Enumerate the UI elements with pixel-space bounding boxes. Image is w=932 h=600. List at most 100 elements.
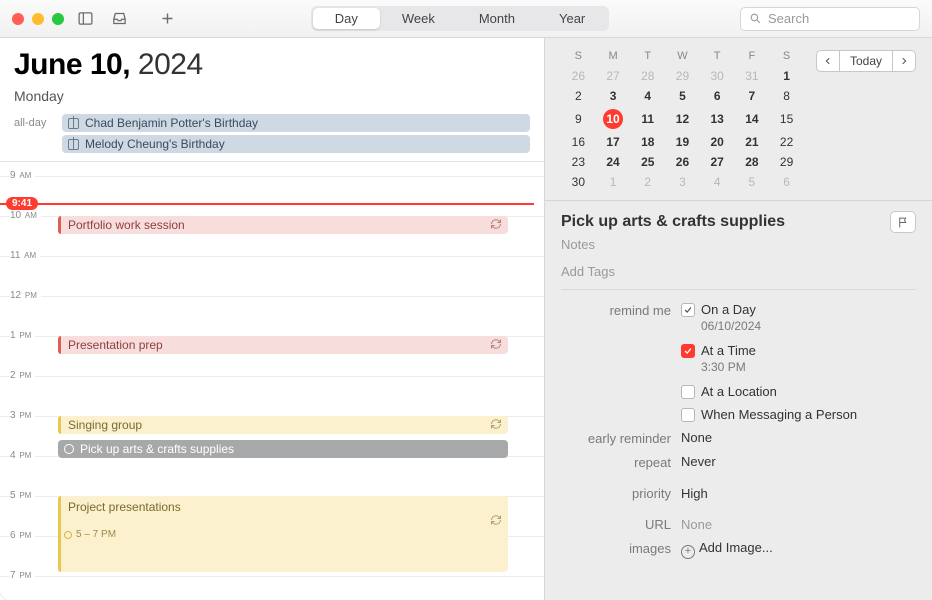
repeat-value[interactable]: Never bbox=[681, 454, 916, 469]
notes-field[interactable]: Notes bbox=[561, 237, 916, 252]
mini-day[interactable]: 27 bbox=[596, 66, 631, 86]
mini-calendar[interactable]: SMTWTFS262728293031123456789101112131415… bbox=[561, 50, 804, 192]
at-a-time-value[interactable]: 3:30 PM bbox=[701, 360, 916, 374]
mini-day[interactable]: 31 bbox=[735, 66, 770, 86]
mini-day[interactable]: 28 bbox=[630, 66, 665, 86]
calendar-event[interactable]: Presentation prep bbox=[58, 336, 508, 354]
mini-day[interactable]: 8 bbox=[769, 86, 804, 106]
next-button[interactable] bbox=[892, 50, 916, 72]
view-week[interactable]: Week bbox=[380, 8, 457, 29]
event-title: Project presentations bbox=[68, 500, 181, 514]
mini-day[interactable]: 27 bbox=[700, 152, 735, 172]
hour-label: 3 PM bbox=[10, 410, 35, 421]
mini-day[interactable]: 24 bbox=[596, 152, 631, 172]
mini-day[interactable]: 30 bbox=[700, 66, 735, 86]
flag-button[interactable] bbox=[890, 211, 916, 233]
close-window-icon[interactable] bbox=[12, 13, 24, 25]
mini-day[interactable]: 1 bbox=[596, 172, 631, 192]
mini-day[interactable]: 11 bbox=[630, 106, 665, 132]
mini-day[interactable]: 12 bbox=[665, 106, 700, 132]
mini-day[interactable]: 6 bbox=[769, 172, 804, 192]
mini-day[interactable]: 26 bbox=[561, 66, 596, 86]
today-button[interactable]: Today bbox=[840, 50, 892, 72]
mini-day[interactable]: 25 bbox=[630, 152, 665, 172]
mini-day[interactable]: 4 bbox=[700, 172, 735, 192]
allday-label: all-day bbox=[14, 114, 54, 129]
mini-day[interactable]: 28 bbox=[735, 152, 770, 172]
calendar-event[interactable]: Pick up arts & crafts supplies bbox=[58, 440, 508, 458]
mini-day[interactable]: 26 bbox=[665, 152, 700, 172]
view-day[interactable]: Day bbox=[313, 8, 380, 29]
mini-day[interactable]: 14 bbox=[735, 106, 770, 132]
inspector: SMTWTFS262728293031123456789101112131415… bbox=[545, 38, 932, 600]
mini-day[interactable]: 16 bbox=[561, 132, 596, 152]
allday-event[interactable]: Melody Cheung's Birthday bbox=[62, 135, 530, 153]
inbox-icon[interactable] bbox=[106, 8, 132, 30]
chevron-left-icon bbox=[823, 56, 833, 66]
add-event-icon[interactable] bbox=[154, 8, 180, 30]
on-a-day-checkbox[interactable]: On a Day bbox=[681, 302, 916, 317]
repeat-icon bbox=[490, 418, 502, 433]
mini-day[interactable]: 4 bbox=[630, 86, 665, 106]
view-month[interactable]: Month bbox=[457, 8, 537, 29]
calendars-toggle-icon[interactable] bbox=[72, 8, 98, 30]
mini-day[interactable]: 9 bbox=[561, 106, 596, 132]
minimize-window-icon[interactable] bbox=[32, 13, 44, 25]
mini-day[interactable]: 30 bbox=[561, 172, 596, 192]
allday-events: Chad Benjamin Potter's Birthday Melody Ch… bbox=[62, 114, 530, 153]
mini-day[interactable]: 5 bbox=[735, 172, 770, 192]
mini-day[interactable]: 21 bbox=[735, 132, 770, 152]
hour-label: 6 PM bbox=[10, 530, 35, 541]
mini-day[interactable]: 5 bbox=[665, 86, 700, 106]
mini-day[interactable]: 22 bbox=[769, 132, 804, 152]
mini-dow: T bbox=[630, 50, 665, 66]
mini-day[interactable]: 1 bbox=[769, 66, 804, 86]
calendar-event[interactable]: Singing group bbox=[58, 416, 508, 434]
mini-day[interactable]: 2 bbox=[561, 86, 596, 106]
repeat-icon bbox=[490, 338, 502, 353]
hour-line: 11 AM bbox=[0, 256, 544, 257]
mini-day[interactable]: 6 bbox=[700, 86, 735, 106]
mini-day[interactable]: 23 bbox=[561, 152, 596, 172]
at-location-checkbox[interactable]: At a Location bbox=[681, 384, 916, 399]
mini-day[interactable]: 3 bbox=[596, 86, 631, 106]
allday-event[interactable]: Chad Benjamin Potter's Birthday bbox=[62, 114, 530, 132]
search-icon bbox=[749, 12, 762, 25]
event-title: Portfolio work session bbox=[68, 218, 185, 232]
prev-button[interactable] bbox=[816, 50, 840, 72]
mini-day[interactable]: 17 bbox=[596, 132, 631, 152]
hour-label: 11 AM bbox=[10, 250, 40, 261]
timeline[interactable]: 8 AM9 AM10 AM11 AM12 PM1 PM2 PM3 PM4 PM5… bbox=[0, 162, 544, 600]
mini-day[interactable]: 10 bbox=[596, 106, 631, 132]
hour-label: 4 PM bbox=[10, 450, 35, 461]
at-a-time-checkbox[interactable]: At a Time bbox=[681, 343, 916, 358]
tags-field[interactable]: Add Tags bbox=[561, 264, 916, 290]
zoom-window-icon[interactable] bbox=[52, 13, 64, 25]
view-year[interactable]: Year bbox=[537, 8, 607, 29]
on-a-day-value[interactable]: 06/10/2024 bbox=[701, 319, 916, 333]
calendar-event[interactable]: Project presentations5 – 7 PM bbox=[58, 496, 508, 572]
mini-day[interactable]: 3 bbox=[665, 172, 700, 192]
add-image-button[interactable]: +Add Image... bbox=[681, 540, 916, 559]
window-controls bbox=[12, 13, 64, 25]
mini-day[interactable]: 29 bbox=[769, 152, 804, 172]
priority-value[interactable]: High bbox=[681, 478, 916, 501]
mini-day[interactable]: 19 bbox=[665, 132, 700, 152]
mini-dow: F bbox=[735, 50, 770, 66]
url-value[interactable]: None bbox=[681, 509, 916, 532]
mini-day[interactable]: 7 bbox=[735, 86, 770, 106]
early-reminder-value[interactable]: None bbox=[681, 430, 916, 445]
search-input[interactable]: Search bbox=[740, 7, 920, 31]
mini-day[interactable]: 29 bbox=[665, 66, 700, 86]
detail-title[interactable]: Pick up arts & crafts supplies bbox=[561, 213, 890, 231]
mini-day[interactable]: 2 bbox=[630, 172, 665, 192]
when-messaging-checkbox[interactable]: When Messaging a Person bbox=[681, 407, 916, 422]
mini-dow: T bbox=[700, 50, 735, 66]
mini-day[interactable]: 18 bbox=[630, 132, 665, 152]
hour-label: 10 AM bbox=[10, 210, 41, 221]
mini-day[interactable]: 15 bbox=[769, 106, 804, 132]
mini-day[interactable]: 13 bbox=[700, 106, 735, 132]
mini-day[interactable]: 20 bbox=[700, 132, 735, 152]
calendar-event[interactable]: Portfolio work session bbox=[58, 216, 508, 234]
event-title: Presentation prep bbox=[68, 338, 163, 352]
